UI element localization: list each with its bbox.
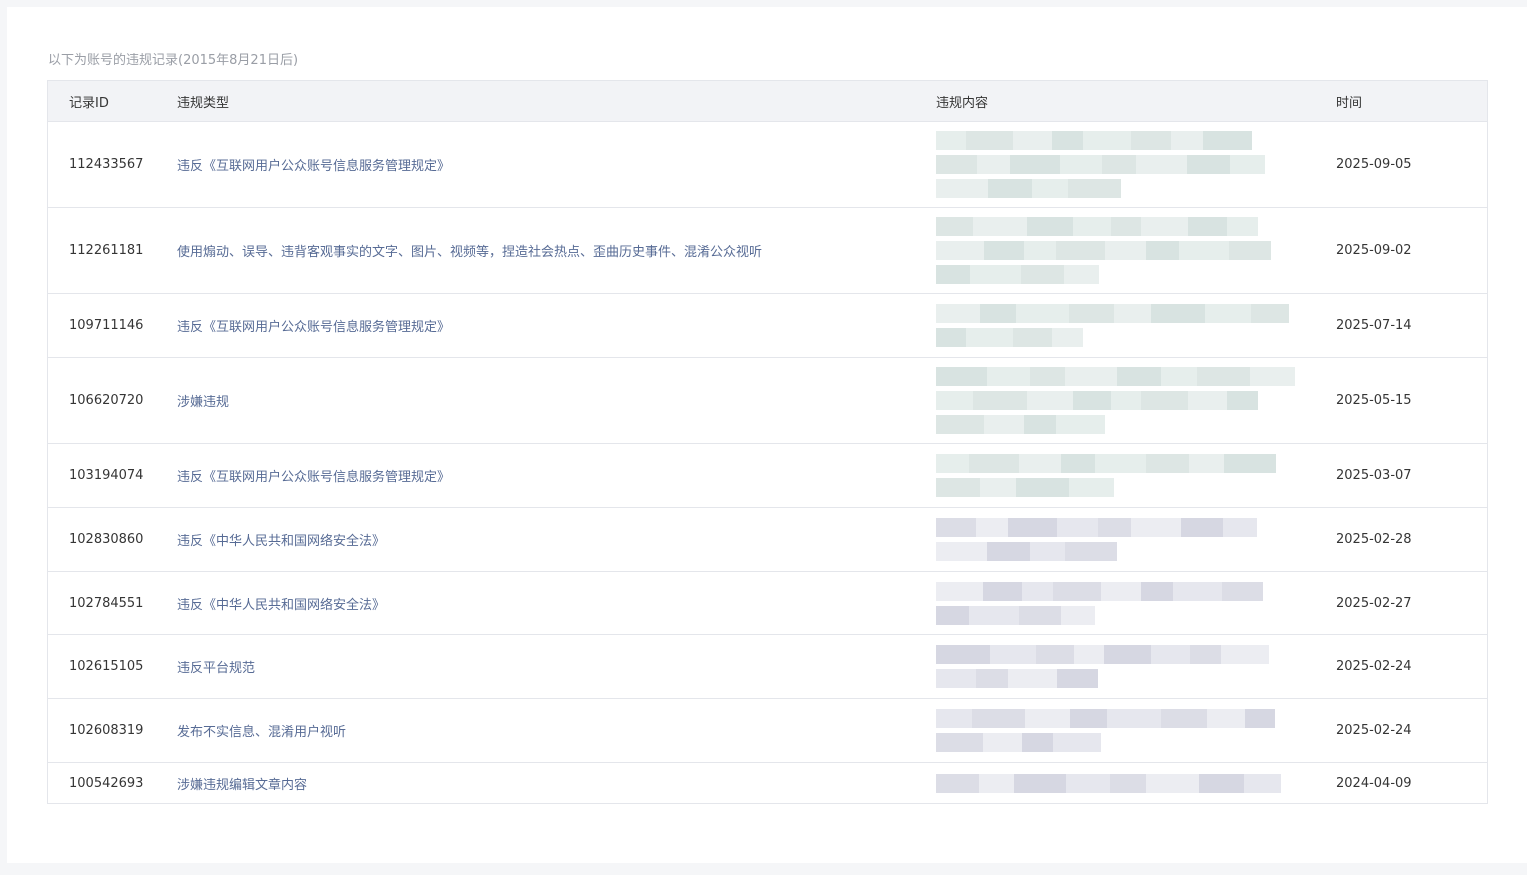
violation-type-text: 违反《互联网用户公众账号信息服务管理规定》 <box>177 320 451 335</box>
table-row: 112261181 使用煽动、误导、违背客观事实的文字、图片、视频等，捏造社会热点… <box>47 207 1488 294</box>
blurred-content <box>936 645 1336 688</box>
record-id: 102615105 <box>47 634 177 699</box>
table-row: 100542693 涉嫌违规编辑文章内容 2024-04-09 <box>47 762 1488 804</box>
violation-type-text: 违反《中华人民共和国网络安全法》 <box>177 597 386 613</box>
violation-type: 违反《中华人民共和国网络安全法》 <box>177 571 936 635</box>
violation-type: 违反《中华人民共和国网络安全法》 <box>177 507 936 572</box>
violation-type-text: 发布不实信息、混淆用户视听 <box>177 725 347 740</box>
blurred-content <box>936 304 1336 347</box>
violation-type: 使用煽动、误导、违背客观事实的文字、图片、视频等，捏造社会热点、歪曲历史事件、混… <box>177 207 936 294</box>
violation-type: 违反《互联网用户公众账号信息服务管理规定》 <box>177 443 936 508</box>
record-id: 112433567 <box>47 121 177 208</box>
violation-type: 违反平台规范 <box>177 634 936 699</box>
violation-type-text: 违反《互联网用户公众账号信息服务管理规定》 <box>177 159 451 174</box>
table-row: 102784551 违反《中华人民共和国网络安全法》 2025-02-27 <box>47 571 1488 635</box>
violation-type-text: 违反《中华人民共和国网络安全法》 <box>177 534 386 549</box>
blurred-content <box>936 518 1336 561</box>
record-id: 102608319 <box>47 698 177 763</box>
record-id: 112261181 <box>47 207 177 294</box>
table-header: 记录ID 违规类型 违规内容 时间 <box>47 80 1488 122</box>
record-time: 2025-02-27 <box>1336 571 1488 635</box>
violation-type: 发布不实信息、混淆用户视听 <box>177 698 936 763</box>
record-time: 2025-03-07 <box>1336 443 1488 508</box>
violation-table: 记录ID 违规类型 违规内容 时间 112433567 违反《互联网用户公众账号信… <box>47 80 1488 804</box>
record-time: 2025-07-14 <box>1336 293 1488 358</box>
header-time: 时间 <box>1336 80 1488 122</box>
header-id: 记录ID <box>47 80 177 122</box>
record-time: 2024-04-09 <box>1336 762 1488 804</box>
blurred-content <box>936 217 1336 284</box>
panel: 以下为账号的违规记录(2015年8月21日后) 记录ID 违规类型 违规内容 时… <box>7 7 1527 863</box>
violation-type: 涉嫌违规编辑文章内容 <box>177 762 936 804</box>
violation-type: 违反《互联网用户公众账号信息服务管理规定》 <box>177 293 936 358</box>
table-row: 106620720 涉嫌违规 2025-05-15 <box>47 357 1488 444</box>
record-time: 2025-09-05 <box>1336 121 1488 208</box>
blurred-content <box>936 709 1336 752</box>
table-row: 102830860 违反《中华人民共和国网络安全法》 2025-02-28 <box>47 507 1488 572</box>
header-type: 违规类型 <box>177 80 936 122</box>
record-id: 109711146 <box>47 293 177 358</box>
record-id: 103194074 <box>47 443 177 508</box>
violation-type-text: 使用煽动、误导、违背客观事实的文字、图片、视频等，捏造社会热点、歪曲历史事件、混… <box>177 245 763 260</box>
violation-type: 涉嫌违规 <box>177 357 936 444</box>
record-time: 2025-02-24 <box>1336 698 1488 763</box>
header-content: 违规内容 <box>936 80 1336 122</box>
record-id: 106620720 <box>47 357 177 444</box>
record-time: 2025-02-24 <box>1336 634 1488 699</box>
record-time: 2025-05-15 <box>1336 357 1488 444</box>
blurred-content <box>936 367 1336 434</box>
blurred-content <box>936 773 1336 793</box>
record-id: 100542693 <box>47 762 177 804</box>
table-row: 102615105 违反平台规范 2025-02-24 <box>47 634 1488 699</box>
violation-type-text: 涉嫌违规编辑文章内容 <box>177 777 308 793</box>
table-row: 112433567 违反《互联网用户公众账号信息服务管理规定》 2025-09-05 <box>47 121 1488 208</box>
violation-type-text: 涉嫌违规 <box>177 395 230 410</box>
record-time: 2025-09-02 <box>1336 207 1488 294</box>
record-id: 102830860 <box>47 507 177 572</box>
blurred-content <box>936 131 1336 198</box>
record-time: 2025-02-28 <box>1336 507 1488 572</box>
table-row: 102608319 发布不实信息、混淆用户视听 2025-02-24 <box>47 698 1488 763</box>
table-row: 103194074 违反《互联网用户公众账号信息服务管理规定》 2025-03-07 <box>47 443 1488 508</box>
records-note: 以下为账号的违规记录(2015年8月21日后) <box>48 53 299 68</box>
table-row: 109711146 违反《互联网用户公众账号信息服务管理规定》 2025-07-14 <box>47 293 1488 358</box>
record-id: 102784551 <box>47 571 177 635</box>
violation-type-text: 违反《互联网用户公众账号信息服务管理规定》 <box>177 470 451 485</box>
violation-type-text: 违反平台规范 <box>177 661 256 676</box>
violation-type: 违反《互联网用户公众账号信息服务管理规定》 <box>177 121 936 208</box>
blurred-content <box>936 454 1336 497</box>
blurred-content <box>936 581 1336 625</box>
